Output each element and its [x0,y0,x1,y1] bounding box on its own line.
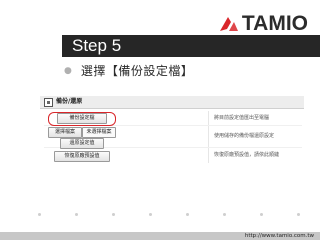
restore-factory-defaults-button[interactable]: 恢復原廠預設值 [54,151,110,162]
tamio-logo-text: TAMIO [241,12,308,35]
dot [38,213,41,216]
settings-icon [44,98,53,107]
dot [75,213,78,216]
dot [112,213,115,216]
dot [297,213,300,216]
tamio-logo-mark [219,16,238,31]
factory-description: 恢復原廠預設值，請依此順鏈 [214,152,280,158]
dot [186,213,189,216]
restore-description: 使用儲存的備份檔還原設定 [214,133,275,139]
panel-header-title: 備份/還原 [56,98,83,105]
backup-restore-panel: 備份/還原 備份設定檔 將目前設定值匯出至電腦 選擇檔案 未選擇檔案 使用儲存的… [40,96,304,166]
tamio-logo: TAMIO [218,13,308,34]
bullet-item: ● 選擇【備份設定檔】 [64,62,193,79]
column-divider [208,111,209,163]
dot [149,213,152,216]
bullet-text: 選擇【備份設定檔】 [80,64,194,78]
restore-settings-button[interactable]: 還原設定值 [60,138,104,149]
footer-url: http://www.tamio.com.tw [244,233,314,239]
dot [260,213,263,216]
backup-description: 將目前設定值匯出至電腦 [214,115,270,121]
backup-settings-button[interactable]: 備份設定檔 [57,113,107,124]
no-file-chosen-label: 未選擇檔案 [82,127,116,138]
slide-title: Step 5 [72,36,122,55]
bullet-icon: ● [64,65,72,76]
decorative-dots [38,213,304,217]
panel-header: 備份/還原 [40,96,304,109]
footer-bar: http://www.tamio.com.tw [0,232,320,240]
dot [223,213,226,216]
select-file-button[interactable]: 選擇檔案 [48,127,82,138]
